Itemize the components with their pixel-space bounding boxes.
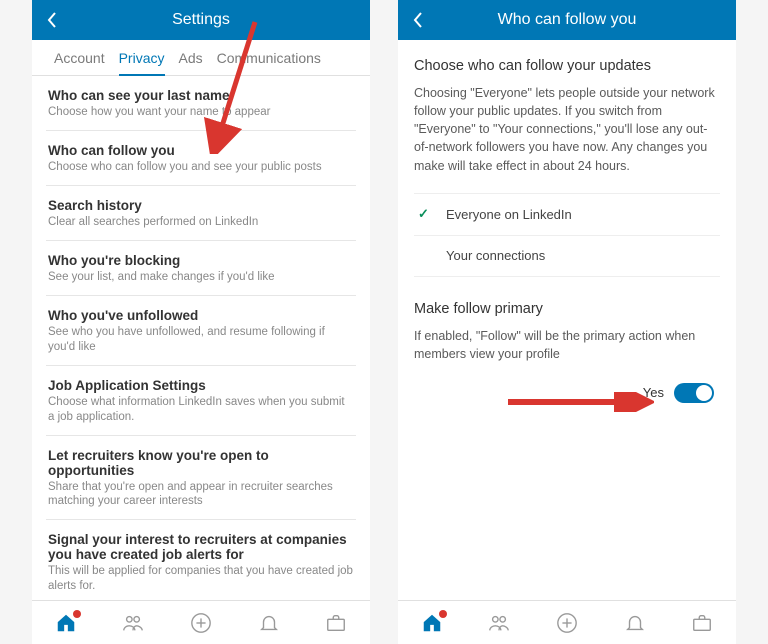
row-last-name[interactable]: Who can see your last name Choose how yo…: [46, 76, 356, 131]
page-title: Who can follow you: [398, 11, 736, 29]
tab-privacy[interactable]: Privacy: [119, 50, 165, 76]
follow-primary-toggle-row: Yes: [414, 383, 720, 403]
nav-network[interactable]: [122, 612, 144, 634]
row-sub: Choose how you want your name to appear: [48, 105, 354, 120]
option-everyone[interactable]: ✓ Everyone on LinkedIn: [414, 193, 720, 235]
bell-icon: [624, 612, 646, 634]
row-sub: Share that you're open and appear in rec…: [48, 480, 354, 510]
row-title: Signal your interest to recruiters at co…: [48, 532, 354, 562]
briefcase-icon: [325, 612, 347, 634]
option-label: Your connections: [446, 248, 545, 263]
row-title: Who can follow you: [48, 143, 354, 158]
bottom-nav: [398, 600, 736, 644]
row-sub: Clear all searches performed on LinkedIn: [48, 215, 354, 230]
row-sub: This will be applied for companies that …: [48, 564, 354, 594]
bell-icon: [258, 612, 280, 634]
row-title: Job Application Settings: [48, 378, 354, 393]
back-button[interactable]: [398, 0, 438, 40]
notification-badge: [73, 610, 81, 618]
row-blocking[interactable]: Who you're blocking See your list, and m…: [46, 241, 356, 296]
section-follow-primary-title: Make follow primary: [414, 301, 720, 317]
people-icon: [488, 612, 510, 634]
nav-home[interactable]: [421, 612, 443, 634]
nav-jobs[interactable]: [325, 612, 347, 634]
follow-settings-screen: Who can follow you Choose who can follow…: [398, 0, 736, 644]
row-sub: See who you have unfollowed, and resume …: [48, 325, 354, 355]
tab-ads[interactable]: Ads: [179, 50, 203, 75]
nav-network[interactable]: [488, 612, 510, 634]
row-search-history[interactable]: Search history Clear all searches perfor…: [46, 186, 356, 241]
row-job-app-settings[interactable]: Job Application Settings Choose what inf…: [46, 366, 356, 436]
section-follow-primary-desc: If enabled, "Follow" will be the primary…: [414, 327, 720, 363]
follow-primary-toggle[interactable]: [674, 383, 714, 403]
plus-circle-icon: [556, 612, 578, 634]
briefcase-icon: [691, 612, 713, 634]
row-who-can-follow[interactable]: Who can follow you Choose who can follow…: [46, 131, 356, 186]
check-icon: ✓: [418, 206, 429, 222]
section-choose-follow-title: Choose who can follow your updates: [414, 58, 720, 74]
toggle-label: Yes: [643, 385, 664, 400]
tab-communications[interactable]: Communications: [217, 50, 321, 75]
follow-header: Who can follow you: [398, 0, 736, 40]
row-sub: Choose what information LinkedIn saves w…: [48, 395, 354, 425]
nav-post[interactable]: [190, 612, 212, 634]
row-sub: See your list, and make changes if you'd…: [48, 270, 354, 285]
nav-home[interactable]: [55, 612, 77, 634]
row-title: Let recruiters know you're open to oppor…: [48, 448, 354, 478]
row-signal-interest[interactable]: Signal your interest to recruiters at co…: [46, 520, 356, 600]
section-choose-follow-desc: Choosing "Everyone" lets people outside …: [414, 84, 720, 175]
row-title: Search history: [48, 198, 354, 213]
row-title: Who can see your last name: [48, 88, 354, 103]
row-title: Who you're blocking: [48, 253, 354, 268]
row-sub: Choose who can follow you and see your p…: [48, 160, 354, 175]
nav-jobs[interactable]: [691, 612, 713, 634]
settings-screen: Settings Account Privacy Ads Communicati…: [32, 0, 370, 644]
chevron-left-icon: [412, 11, 424, 29]
settings-header: Settings: [32, 0, 370, 40]
plus-circle-icon: [190, 612, 212, 634]
settings-tabs: Account Privacy Ads Communications: [32, 40, 370, 76]
settings-list: Who can see your last name Choose how yo…: [32, 76, 370, 600]
option-label: Everyone on LinkedIn: [446, 207, 572, 222]
nav-post[interactable]: [556, 612, 578, 634]
notification-badge: [439, 610, 447, 618]
chevron-left-icon: [46, 11, 58, 29]
back-button[interactable]: [32, 0, 72, 40]
page-title: Settings: [32, 11, 370, 29]
nav-notifications[interactable]: [624, 612, 646, 634]
nav-notifications[interactable]: [258, 612, 280, 634]
row-unfollowed[interactable]: Who you've unfollowed See who you have u…: [46, 296, 356, 366]
option-connections[interactable]: Your connections: [414, 235, 720, 277]
people-icon: [122, 612, 144, 634]
bottom-nav: [32, 600, 370, 644]
row-open-to-opportunities[interactable]: Let recruiters know you're open to oppor…: [46, 436, 356, 521]
tab-account[interactable]: Account: [54, 50, 105, 75]
row-title: Who you've unfollowed: [48, 308, 354, 323]
follow-content: Choose who can follow your updates Choos…: [398, 40, 736, 600]
